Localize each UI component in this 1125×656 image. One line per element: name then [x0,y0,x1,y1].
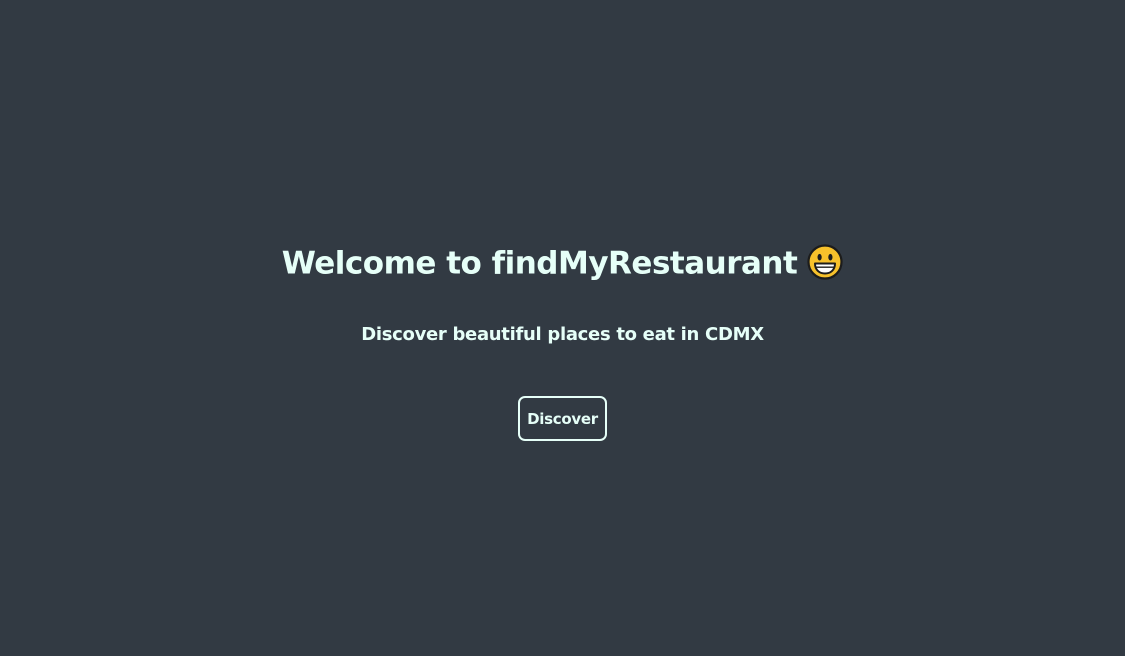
page-title-text: Welcome to findMyRestaurant [281,245,798,282]
page-title: Welcome to findMyRestaurant [0,240,1125,286]
landing-page: Welcome to findMyRestaurant Discover bea… [0,0,1125,656]
grinning-face-icon [807,243,843,280]
page-subtitle: Discover beautiful places to eat in CDMX [361,324,764,345]
discover-button[interactable]: Discover [518,396,607,441]
